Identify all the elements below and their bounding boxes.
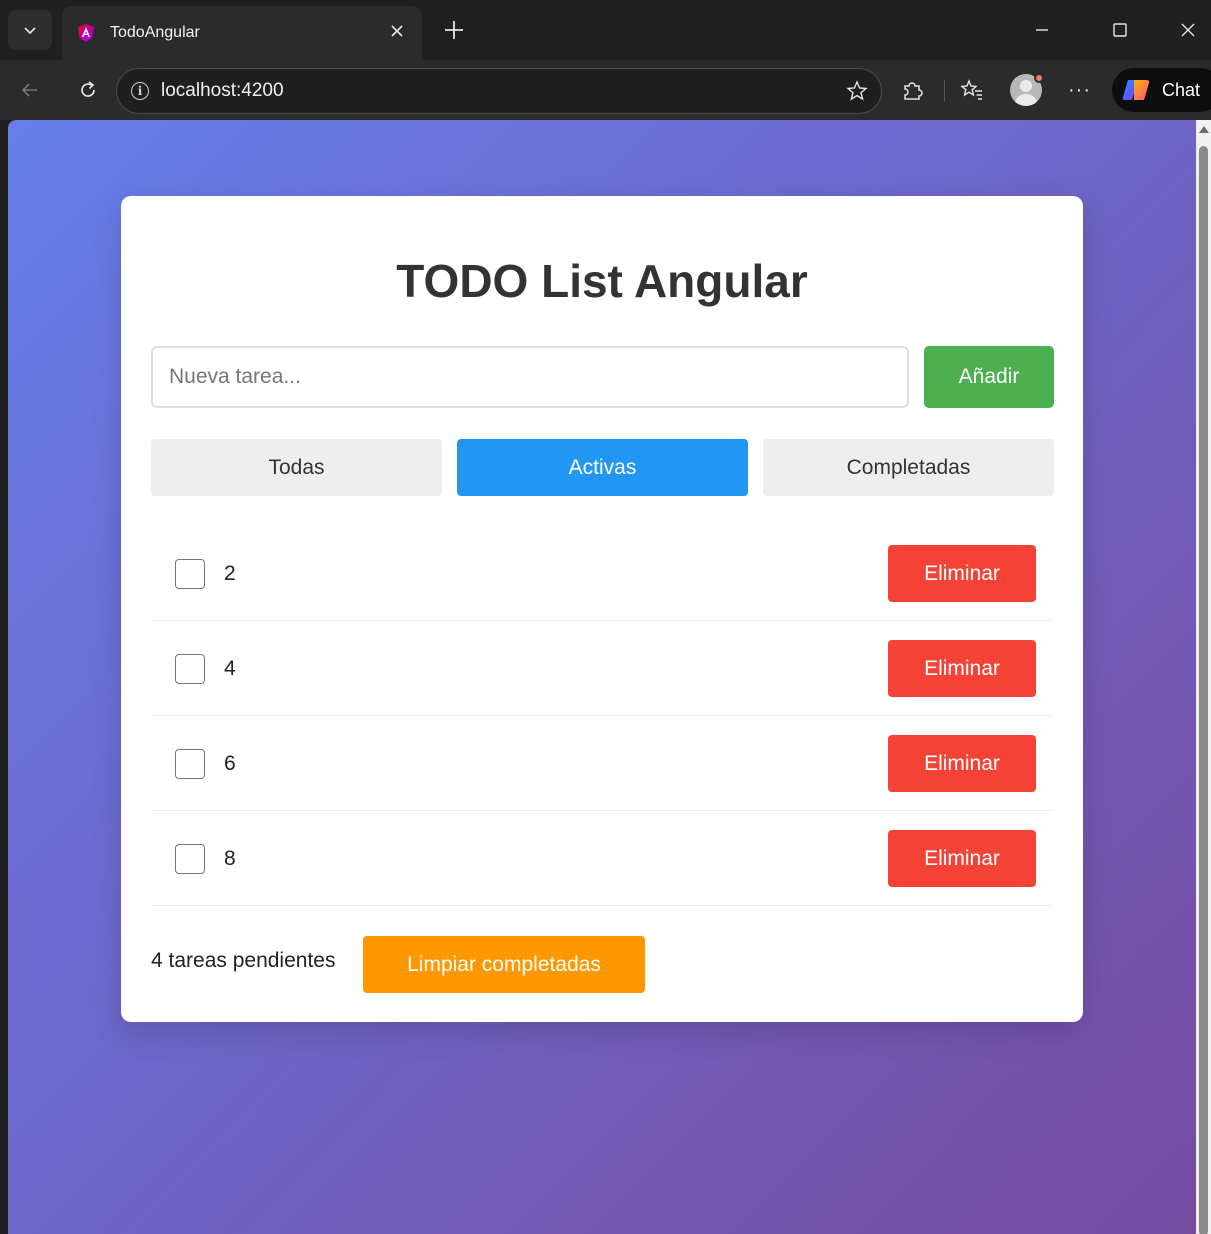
todo-card: TODO List Angular Añadir Todas Activas C… — [121, 196, 1083, 1022]
address-url: localhost:4200 — [161, 80, 284, 101]
todo-text: 6 — [224, 752, 236, 775]
filter-completed-button[interactable]: Completadas — [763, 439, 1054, 496]
browser-tab-bar: TodoAngular — [0, 0, 1211, 60]
favorites-button[interactable] — [956, 74, 988, 106]
chat-label: Chat — [1162, 79, 1201, 100]
favorite-star-icon[interactable] — [845, 79, 869, 103]
delete-todo-button[interactable]: Eliminar — [888, 830, 1036, 887]
todo-checkbox[interactable] — [175, 844, 205, 874]
address-bar[interactable]: i localhost:4200 — [116, 68, 882, 114]
profile-status-dot — [1034, 73, 1044, 83]
minimize-icon — [1036, 29, 1048, 31]
favorites-icon — [960, 79, 982, 100]
close-icon — [391, 25, 403, 37]
new-task-input[interactable] — [151, 346, 909, 408]
maximize-icon — [1113, 23, 1127, 37]
copilot-icon — [1122, 80, 1150, 100]
clear-completed-button[interactable]: Limpiar completadas — [363, 936, 645, 993]
back-button[interactable] — [14, 74, 46, 106]
todo-item: 2 Eliminar — [151, 526, 1054, 621]
todo-list: 2 Eliminar 4 Eliminar 6 Eliminar 8 Elimi… — [151, 526, 1054, 906]
delete-todo-button[interactable]: Eliminar — [888, 640, 1036, 697]
avatar-body — [1015, 94, 1037, 106]
filter-all-button[interactable]: Todas — [151, 439, 442, 496]
delete-todo-button[interactable]: Eliminar — [888, 735, 1036, 792]
angular-logo-icon — [78, 24, 94, 42]
scroll-up-arrow-icon[interactable] — [1199, 126, 1209, 133]
page-title: TODO List Angular — [396, 255, 808, 307]
todo-item: 4 Eliminar — [151, 621, 1054, 716]
info-icon[interactable]: i — [131, 82, 149, 100]
todo-text: 2 — [224, 562, 236, 585]
delete-todo-button[interactable]: Eliminar — [888, 545, 1036, 602]
new-tab-button[interactable] — [440, 16, 468, 44]
copilot-chat-button[interactable]: Chat — [1112, 68, 1211, 112]
todo-text: 8 — [224, 847, 236, 870]
avatar-head — [1020, 80, 1032, 92]
todo-checkbox[interactable] — [175, 559, 205, 589]
maximize-button[interactable] — [1102, 12, 1138, 48]
minimize-button[interactable] — [1024, 12, 1060, 48]
todo-text: 4 — [224, 657, 236, 680]
extensions-button[interactable] — [896, 74, 928, 106]
reload-button[interactable] — [72, 74, 104, 106]
reload-icon — [81, 81, 95, 97]
pending-count: 4 tareas pendientes — [151, 949, 336, 972]
close-icon — [1181, 23, 1195, 37]
tab-list-button[interactable] — [8, 10, 52, 50]
page-viewport: TODO List Angular Añadir Todas Activas C… — [8, 120, 1196, 1234]
todo-item: 6 Eliminar — [151, 716, 1054, 811]
more-options-button[interactable]: ··· — [1068, 80, 1091, 100]
window-close-button[interactable] — [1170, 12, 1206, 48]
tab-title: TodoAngular — [110, 24, 200, 41]
plus-icon — [445, 21, 463, 39]
todo-checkbox[interactable] — [175, 654, 205, 684]
chevron-down-icon — [24, 27, 36, 35]
browser-toolbar: i localhost:4200 ··· Chat — [0, 60, 1211, 120]
add-task-button[interactable]: Añadir — [924, 346, 1054, 408]
puzzle-icon — [904, 82, 923, 100]
tab-close-button[interactable] — [386, 20, 408, 42]
scrollbar-thumb[interactable] — [1199, 146, 1208, 1234]
todo-item: 8 Eliminar — [151, 811, 1054, 906]
toolbar-separator — [944, 80, 945, 102]
browser-tab[interactable]: TodoAngular — [62, 6, 422, 60]
page-scrollbar[interactable] — [1196, 120, 1211, 1234]
todo-checkbox[interactable] — [175, 749, 205, 779]
arrow-left-icon — [21, 83, 37, 97]
filter-active-button[interactable]: Activas — [457, 439, 748, 496]
